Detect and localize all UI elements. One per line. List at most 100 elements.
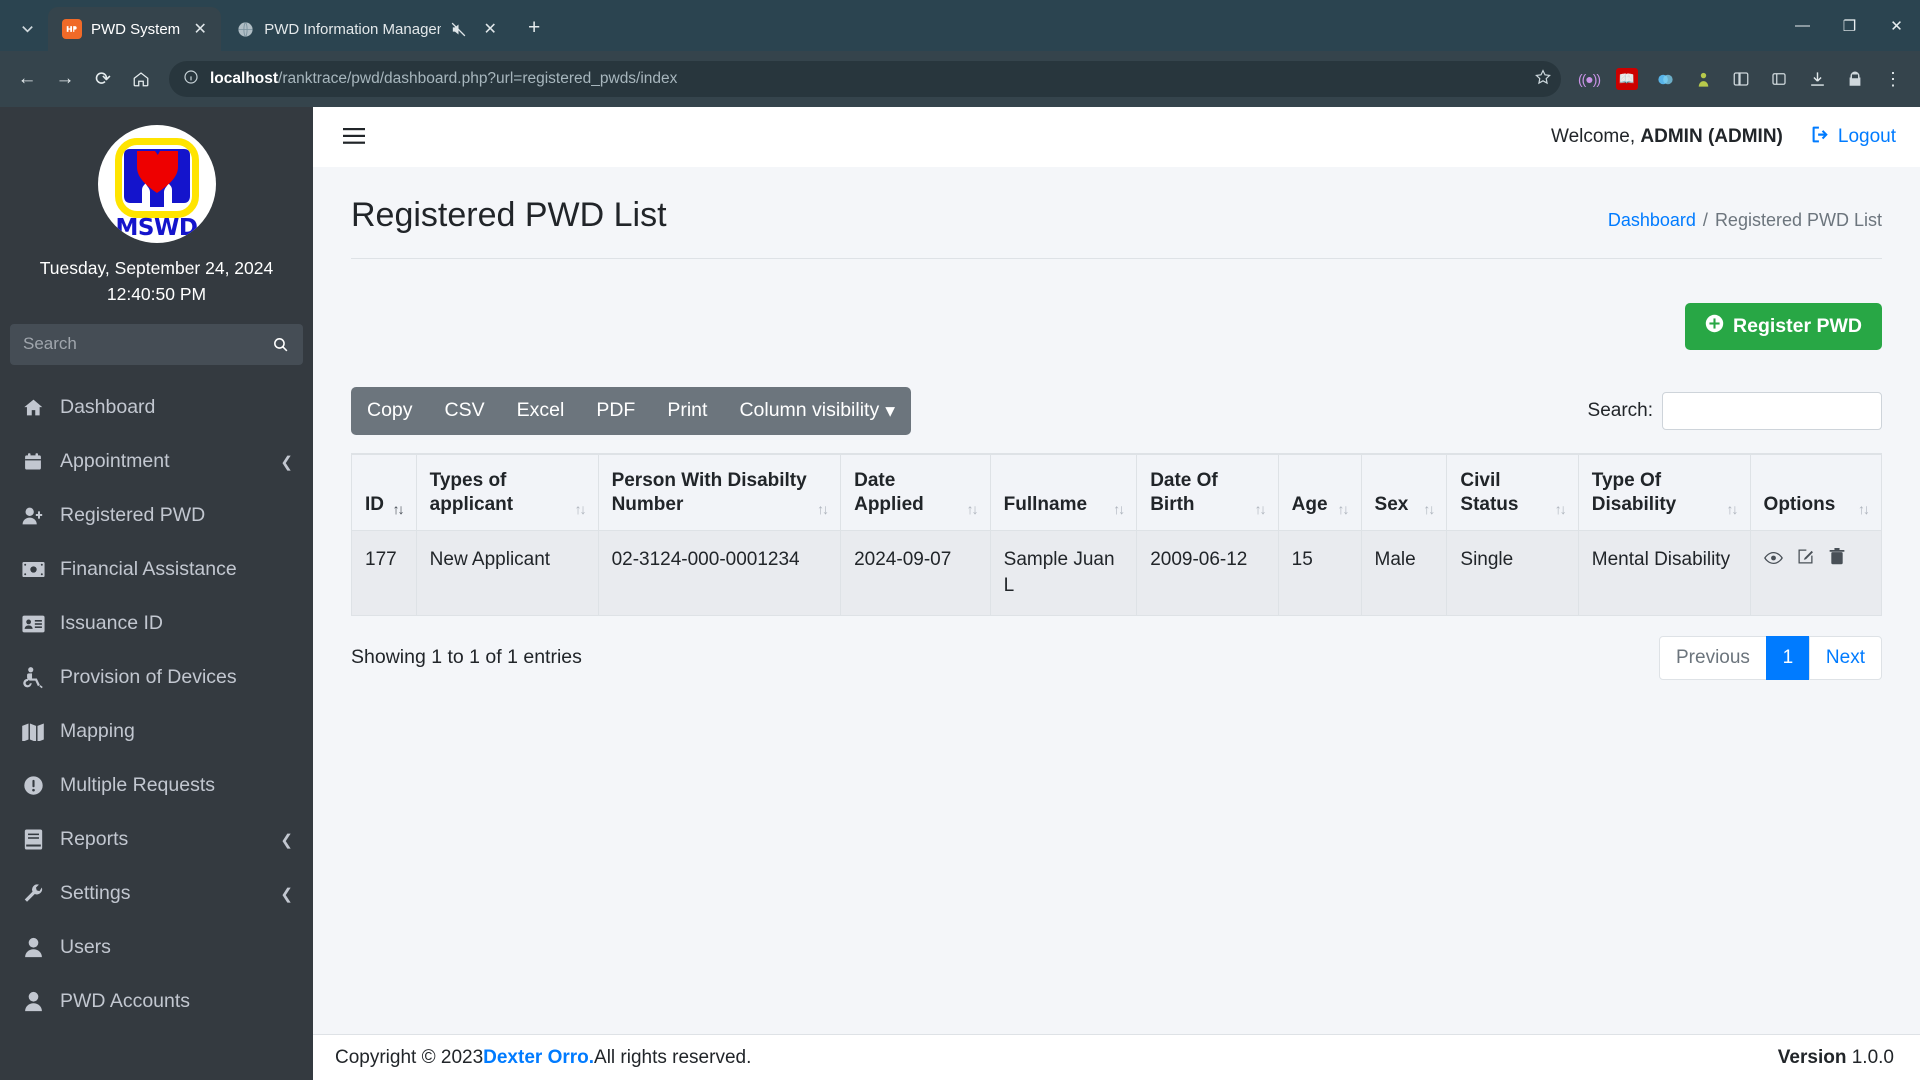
cast-icon[interactable]: ((●)) bbox=[1571, 61, 1607, 97]
version-value: 1.0.0 bbox=[1851, 1046, 1894, 1068]
column-header-fullname[interactable]: Fullname ↑↓ bbox=[989, 452, 1138, 532]
pagination-next[interactable]: Next bbox=[1808, 635, 1882, 680]
minimize-button[interactable]: — bbox=[1779, 0, 1826, 51]
register-pwd-button[interactable]: Register PWD bbox=[1685, 302, 1882, 350]
sort-icon: ↑↓ bbox=[1858, 501, 1870, 518]
print-button[interactable]: Print bbox=[651, 387, 723, 435]
page-footer: Copyright © 2023 Dexter Orro. All rights… bbox=[313, 1034, 1920, 1080]
column-header-types-of-applicant[interactable]: Types of applicant ↑↓ bbox=[415, 452, 599, 532]
window-close-button[interactable]: ✕ bbox=[1873, 0, 1920, 51]
search-input[interactable] bbox=[10, 323, 257, 365]
split-view-icon[interactable] bbox=[1723, 61, 1759, 97]
copy-button[interactable]: Copy bbox=[351, 387, 429, 435]
column-header-options[interactable]: Options ↑↓ bbox=[1749, 452, 1883, 532]
sidebar-item-financial-assistance[interactable]: Financial Assistance bbox=[8, 543, 305, 597]
edit-icon[interactable] bbox=[1797, 549, 1819, 569]
page-viewport: MSWD Tuesday, September 24, 2024 12:40:5… bbox=[0, 107, 1920, 1080]
sidebar-item-reports[interactable]: Reports ❮ bbox=[8, 813, 305, 867]
close-icon[interactable]: ✕ bbox=[189, 18, 211, 40]
cell-type-of-disability: Mental Disability bbox=[1577, 530, 1751, 616]
sidebar-item-label: Issuance ID bbox=[60, 612, 163, 634]
sign-out-icon bbox=[1811, 125, 1830, 150]
new-tab-button[interactable]: + bbox=[518, 12, 550, 44]
logout-button[interactable]: Logout bbox=[1811, 125, 1896, 150]
table-head: ID ↑↓ Types of applicant ↑↓ Person With Di… bbox=[351, 452, 1883, 532]
browser-tab-inactive[interactable]: PWD Information Managem ✕ bbox=[221, 7, 511, 51]
sort-icon: ↑↓ bbox=[1337, 501, 1350, 518]
table-row[interactable]: 177 New Applicant 02-3124-000-0001234 20… bbox=[351, 530, 1883, 616]
maximize-button[interactable]: ❐ bbox=[1826, 0, 1873, 51]
column-visibility-button[interactable]: Column visibility ▾ bbox=[723, 387, 911, 435]
sidebar-item-registered-pwd[interactable]: Registered PWD bbox=[8, 489, 305, 543]
browser-window: PWD System ✕ PWD Information Managem ✕ + bbox=[0, 0, 1920, 1080]
sidebar-item-multiple-requests[interactable]: Multiple Requests bbox=[8, 759, 305, 813]
info-circle-icon[interactable] bbox=[183, 69, 199, 89]
datatable-toolbar: Copy CSV Excel PDF Print Column visibili… bbox=[351, 386, 1882, 435]
author-link[interactable]: Dexter Orro. bbox=[483, 1047, 594, 1069]
extension-green-icon[interactable] bbox=[1685, 61, 1721, 97]
pdf-extension-icon[interactable]: 📖 bbox=[1609, 61, 1645, 97]
user-plus-icon bbox=[20, 506, 46, 526]
address-bar[interactable]: localhost/ranktrace/pwd/dashboard.php?ur… bbox=[169, 61, 1561, 97]
sidebar-item-provision-of-devices[interactable]: Provision of Devices bbox=[8, 651, 305, 705]
chevron-left-icon: ❮ bbox=[280, 453, 293, 471]
sidebar-item-label: Mapping bbox=[60, 720, 135, 742]
map-icon bbox=[20, 723, 46, 741]
forward-icon[interactable]: → bbox=[47, 61, 83, 97]
column-header-date-of-birth[interactable]: Date Of Birth ↑↓ bbox=[1136, 452, 1279, 532]
column-header-date-applied[interactable]: Date Applied ↑↓ bbox=[840, 452, 991, 532]
sidebar-item-dashboard[interactable]: Dashboard bbox=[8, 381, 305, 435]
close-icon[interactable]: ✕ bbox=[479, 18, 501, 40]
tab-search-icon[interactable] bbox=[10, 11, 44, 45]
sidebar-item-settings[interactable]: Settings ❮ bbox=[8, 867, 305, 921]
sidebar-item-mapping[interactable]: Mapping bbox=[8, 705, 305, 759]
datatable-search-input[interactable] bbox=[1662, 391, 1882, 430]
view-icon[interactable] bbox=[1763, 550, 1788, 569]
sidebar-item-issuance-id[interactable]: Issuance ID bbox=[8, 597, 305, 651]
extension-chromatic-icon[interactable] bbox=[1647, 61, 1683, 97]
download-icon[interactable] bbox=[1799, 61, 1835, 97]
pagination-previous[interactable]: Previous bbox=[1659, 635, 1767, 680]
pdf-button[interactable]: PDF bbox=[580, 387, 651, 435]
csv-button[interactable]: CSV bbox=[429, 387, 501, 435]
sort-icon: ↑↓ bbox=[966, 501, 979, 518]
export-button-group: Copy CSV Excel PDF Print Column visibili… bbox=[351, 386, 912, 435]
column-header-age[interactable]: Age ↑↓ bbox=[1277, 452, 1362, 532]
delete-icon[interactable] bbox=[1829, 548, 1845, 569]
sidebar-item-pwd-accounts[interactable]: PWD Accounts bbox=[8, 975, 305, 1029]
excel-button[interactable]: Excel bbox=[501, 387, 581, 435]
cell-date-applied: 2024-09-07 bbox=[840, 530, 991, 616]
browser-tab-active[interactable]: PWD System ✕ bbox=[48, 7, 222, 51]
column-header-id[interactable]: ID ↑↓ bbox=[351, 452, 417, 532]
back-icon[interactable]: ← bbox=[9, 61, 45, 97]
sidebar-item-label: Dashboard bbox=[60, 396, 156, 418]
search-icon[interactable] bbox=[257, 323, 303, 365]
security-icon[interactable] bbox=[1837, 61, 1873, 97]
chrome-menu-icon[interactable]: ⋮ bbox=[1875, 61, 1911, 97]
calendar-icon bbox=[20, 452, 46, 472]
column-header-pwd-number[interactable]: Person With Disabilty Number ↑↓ bbox=[597, 452, 842, 532]
book-icon bbox=[20, 829, 46, 850]
column-header-type-of-disability[interactable]: Type Of Disability ↑↓ bbox=[1577, 452, 1751, 532]
url-host: localhost bbox=[210, 70, 279, 87]
reload-icon[interactable]: ⟳ bbox=[85, 61, 121, 97]
home-icon[interactable] bbox=[123, 61, 159, 97]
collections-icon[interactable] bbox=[1761, 61, 1797, 97]
sidebar-item-label: Financial Assistance bbox=[60, 558, 237, 580]
logo-hands-heart bbox=[123, 149, 190, 207]
chevron-left-icon: ❮ bbox=[280, 831, 293, 849]
bars-icon[interactable] bbox=[343, 124, 369, 150]
sidebar-item-appointment[interactable]: Appointment ❮ bbox=[8, 435, 305, 489]
column-header-civil-status[interactable]: Civil Status ↑↓ bbox=[1446, 452, 1579, 532]
sidebar-item-users[interactable]: Users bbox=[8, 921, 305, 975]
sidebar-datetime: Tuesday, September 24, 2024 12:40:50 PM bbox=[0, 243, 313, 314]
breadcrumb-dashboard[interactable]: Dashboard bbox=[1608, 210, 1696, 231]
brand[interactable]: MSWD bbox=[0, 107, 313, 243]
pagination-page-1[interactable]: 1 bbox=[1765, 635, 1810, 680]
cell-types-of-applicant: New Applicant bbox=[415, 530, 599, 616]
star-outline-icon[interactable] bbox=[1534, 68, 1552, 91]
breadcrumb-current: Registered PWD List bbox=[1714, 210, 1882, 230]
browser-toolbar: ← → ⟳ localhost/ranktrace/pwd/dashboard.… bbox=[0, 51, 1920, 107]
tab-mute-icon[interactable] bbox=[450, 21, 470, 38]
column-header-sex[interactable]: Sex ↑↓ bbox=[1360, 452, 1448, 532]
